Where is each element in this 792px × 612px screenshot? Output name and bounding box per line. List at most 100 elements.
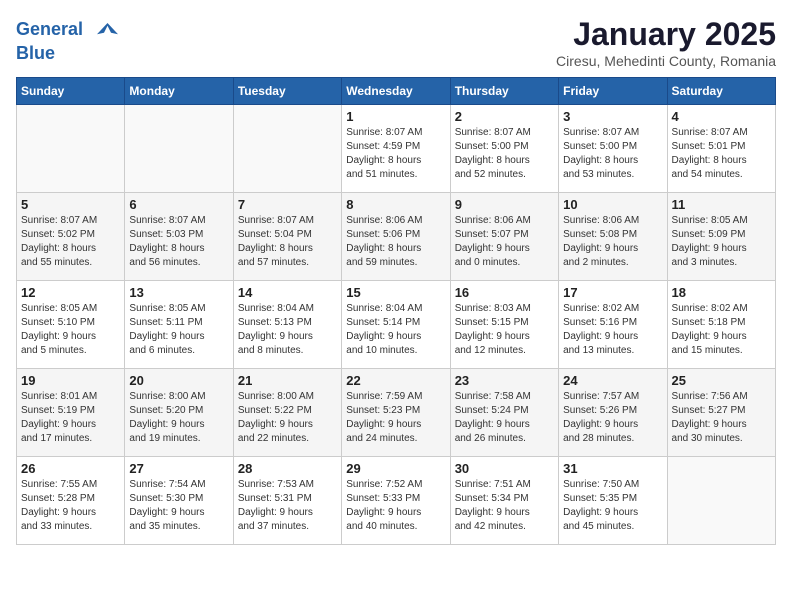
day-number: 18: [672, 285, 771, 300]
day-number: 28: [238, 461, 337, 476]
calendar-cell: 9Sunrise: 8:06 AM Sunset: 5:07 PM Daylig…: [450, 193, 558, 281]
day-number: 5: [21, 197, 120, 212]
location-subtitle: Ciresu, Mehedinti County, Romania: [556, 53, 776, 69]
day-number: 16: [455, 285, 554, 300]
day-number: 13: [129, 285, 228, 300]
day-number: 3: [563, 109, 662, 124]
calendar-cell: 20 Sunrise: 8:00 AM Sunset: 5:20 PM Dayli…: [125, 369, 233, 457]
day-number: 14: [238, 285, 337, 300]
calendar-cell: 19 Sunrise: 8:01 AM Sunset: 5:19 PM Dayli…: [17, 369, 125, 457]
day-number: 8: [346, 197, 445, 212]
calendar-cell: 1 Sunrise: 8:07 AM Sunset: 4:59 PM Daylig…: [342, 105, 450, 193]
calendar-cell: 28 Sunrise: 7:53 AM Sunset: 5:31 PM Dayli…: [233, 457, 341, 545]
day-info: Sunrise: 7:54 AM Sunset: 5:30 PM Dayligh…: [129, 478, 228, 534]
day-info: Sunrise: 8:04 AM Sunset: 5:14 PM Dayligh…: [346, 302, 445, 358]
day-info: Sunrise: 7:57 AM Sunset: 5:26 PM Dayligh…: [563, 390, 662, 446]
calendar-header-row: SundayMondayTuesdayWednesdayThursdayFrid…: [17, 78, 776, 105]
calendar-header-monday: Monday: [125, 78, 233, 105]
day-info: Sunrise: 7:55 AM Sunset: 5:28 PM Dayligh…: [21, 478, 120, 534]
calendar-header-thursday: Thursday: [450, 78, 558, 105]
day-info: Sunrise: 8:00 AM Sunset: 5:22 PM Dayligh…: [238, 390, 337, 446]
day-info: Sunrise: 8:06 AM Sunset: 5:06 PM Dayligh…: [346, 214, 445, 270]
day-number: 24: [563, 373, 662, 388]
calendar-cell: 15 Sunrise: 8:04 AM Sunset: 5:14 PM Dayli…: [342, 281, 450, 369]
day-info: Sunrise: 8:06 AM Sunset: 5:08 PM Dayligh…: [563, 214, 662, 270]
day-info: Sunrise: 8:05 AM Sunset: 5:09 PM Dayligh…: [672, 214, 771, 270]
calendar-cell: [233, 105, 341, 193]
logo-text: General: [16, 16, 118, 44]
calendar-cell: 21 Sunrise: 8:00 AM Sunset: 5:22 PM Dayli…: [233, 369, 341, 457]
calendar-cell: 18 Sunrise: 8:02 AM Sunset: 5:18 PM Dayli…: [667, 281, 775, 369]
calendar-cell: 29 Sunrise: 7:52 AM Sunset: 5:33 PM Dayli…: [342, 457, 450, 545]
day-info: Sunrise: 7:53 AM Sunset: 5:31 PM Dayligh…: [238, 478, 337, 534]
title-block: January 2025 Ciresu, Mehedinti County, R…: [556, 16, 776, 69]
day-info: Sunrise: 8:06 AM Sunset: 5:07 PM Dayligh…: [455, 214, 554, 270]
calendar-header-friday: Friday: [559, 78, 667, 105]
day-number: 22: [346, 373, 445, 388]
day-number: 21: [238, 373, 337, 388]
calendar-cell: 11 Sunrise: 8:05 AM Sunset: 5:09 PM Dayli…: [667, 193, 775, 281]
day-number: 10: [563, 197, 662, 212]
day-info: Sunrise: 8:00 AM Sunset: 5:20 PM Dayligh…: [129, 390, 228, 446]
calendar-cell: 13Sunrise: 8:05 AM Sunset: 5:11 PM Dayli…: [125, 281, 233, 369]
calendar-week-row: 26 Sunrise: 7:55 AM Sunset: 5:28 PM Dayli…: [17, 457, 776, 545]
day-info: Sunrise: 8:02 AM Sunset: 5:16 PM Dayligh…: [563, 302, 662, 358]
day-info: Sunrise: 8:02 AM Sunset: 5:18 PM Dayligh…: [672, 302, 771, 358]
calendar-cell: 10 Sunrise: 8:06 AM Sunset: 5:08 PM Dayli…: [559, 193, 667, 281]
day-number: 19: [21, 373, 120, 388]
day-info: Sunrise: 8:07 AM Sunset: 5:02 PM Dayligh…: [21, 214, 120, 270]
calendar-cell: 25Sunrise: 7:56 AM Sunset: 5:27 PM Dayli…: [667, 369, 775, 457]
day-number: 26: [21, 461, 120, 476]
day-info: Sunrise: 8:07 AM Sunset: 5:04 PM Dayligh…: [238, 214, 337, 270]
day-info: Sunrise: 8:05 AM Sunset: 5:10 PM Dayligh…: [21, 302, 120, 358]
calendar-cell: 4Sunrise: 8:07 AM Sunset: 5:01 PM Daylig…: [667, 105, 775, 193]
calendar-header-saturday: Saturday: [667, 78, 775, 105]
day-number: 4: [672, 109, 771, 124]
calendar-cell: 27 Sunrise: 7:54 AM Sunset: 5:30 PM Dayli…: [125, 457, 233, 545]
day-number: 11: [672, 197, 771, 212]
day-info: Sunrise: 7:52 AM Sunset: 5:33 PM Dayligh…: [346, 478, 445, 534]
day-info: Sunrise: 8:03 AM Sunset: 5:15 PM Dayligh…: [455, 302, 554, 358]
day-info: Sunrise: 8:04 AM Sunset: 5:13 PM Dayligh…: [238, 302, 337, 358]
day-number: 31: [563, 461, 662, 476]
day-number: 1: [346, 109, 445, 124]
calendar-week-row: 5 Sunrise: 8:07 AM Sunset: 5:02 PM Daylig…: [17, 193, 776, 281]
logo-blue: Blue: [16, 44, 118, 64]
day-info: Sunrise: 8:01 AM Sunset: 5:19 PM Dayligh…: [21, 390, 120, 446]
calendar-cell: 3 Sunrise: 8:07 AM Sunset: 5:00 PM Daylig…: [559, 105, 667, 193]
calendar-week-row: 12 Sunrise: 8:05 AM Sunset: 5:10 PM Dayli…: [17, 281, 776, 369]
day-info: Sunrise: 8:07 AM Sunset: 4:59 PM Dayligh…: [346, 126, 445, 182]
calendar-cell: 5 Sunrise: 8:07 AM Sunset: 5:02 PM Daylig…: [17, 193, 125, 281]
calendar-cell: 30Sunrise: 7:51 AM Sunset: 5:34 PM Dayli…: [450, 457, 558, 545]
day-info: Sunrise: 8:07 AM Sunset: 5:00 PM Dayligh…: [563, 126, 662, 182]
day-number: 29: [346, 461, 445, 476]
day-number: 27: [129, 461, 228, 476]
day-number: 25: [672, 373, 771, 388]
day-info: Sunrise: 7:58 AM Sunset: 5:24 PM Dayligh…: [455, 390, 554, 446]
day-info: Sunrise: 7:51 AM Sunset: 5:34 PM Dayligh…: [455, 478, 554, 534]
calendar-header-sunday: Sunday: [17, 78, 125, 105]
day-info: Sunrise: 7:59 AM Sunset: 5:23 PM Dayligh…: [346, 390, 445, 446]
calendar-cell: 14 Sunrise: 8:04 AM Sunset: 5:13 PM Dayli…: [233, 281, 341, 369]
calendar-cell: 31 Sunrise: 7:50 AM Sunset: 5:35 PM Dayli…: [559, 457, 667, 545]
calendar-week-row: 19 Sunrise: 8:01 AM Sunset: 5:19 PM Dayli…: [17, 369, 776, 457]
day-number: 15: [346, 285, 445, 300]
day-number: 7: [238, 197, 337, 212]
page-header: General Blue January 2025 Ciresu, Mehedi…: [16, 16, 776, 69]
calendar-cell: [667, 457, 775, 545]
calendar-cell: 2Sunrise: 8:07 AM Sunset: 5:00 PM Daylig…: [450, 105, 558, 193]
day-number: 20: [129, 373, 228, 388]
calendar-cell: 12 Sunrise: 8:05 AM Sunset: 5:10 PM Dayli…: [17, 281, 125, 369]
day-number: 17: [563, 285, 662, 300]
day-number: 6: [129, 197, 228, 212]
calendar-cell: 26 Sunrise: 7:55 AM Sunset: 5:28 PM Dayli…: [17, 457, 125, 545]
day-number: 12: [21, 285, 120, 300]
day-number: 23: [455, 373, 554, 388]
day-info: Sunrise: 7:50 AM Sunset: 5:35 PM Dayligh…: [563, 478, 662, 534]
calendar-cell: 16 Sunrise: 8:03 AM Sunset: 5:15 PM Dayli…: [450, 281, 558, 369]
day-info: Sunrise: 8:07 AM Sunset: 5:03 PM Dayligh…: [129, 214, 228, 270]
calendar-header-wednesday: Wednesday: [342, 78, 450, 105]
calendar-cell: 6 Sunrise: 8:07 AM Sunset: 5:03 PM Daylig…: [125, 193, 233, 281]
calendar-cell: 8 Sunrise: 8:06 AM Sunset: 5:06 PM Daylig…: [342, 193, 450, 281]
calendar-cell: 7 Sunrise: 8:07 AM Sunset: 5:04 PM Daylig…: [233, 193, 341, 281]
